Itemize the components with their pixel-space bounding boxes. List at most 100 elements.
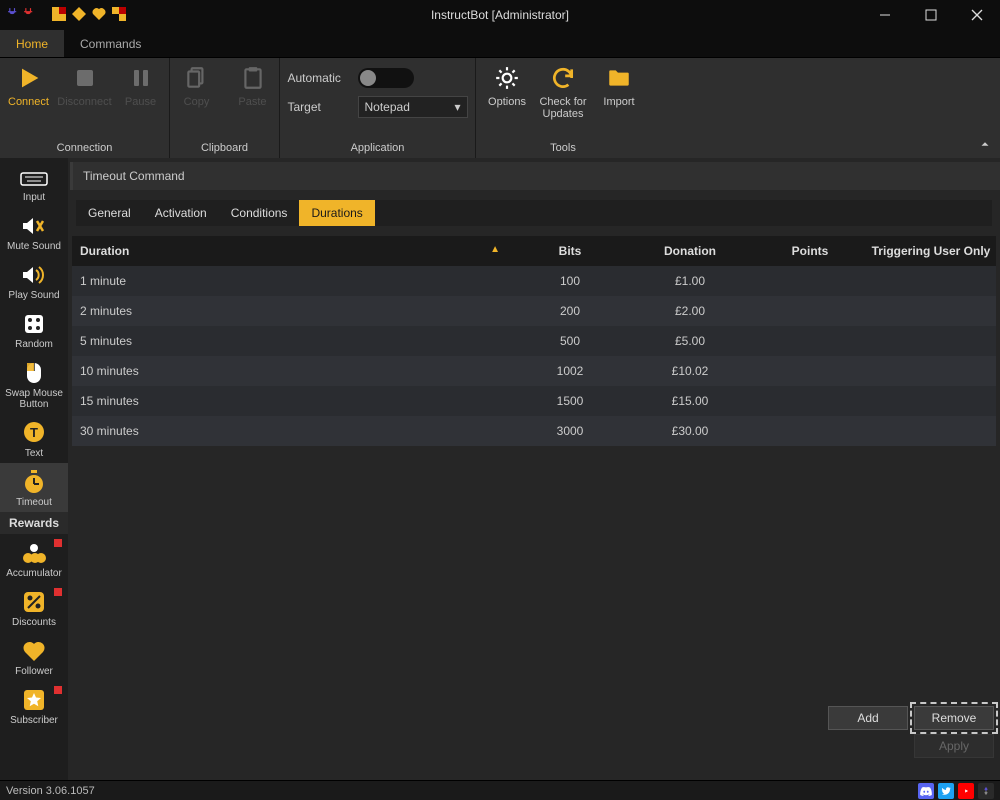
cell-donation: £1.00 xyxy=(630,274,750,288)
paste-icon xyxy=(239,64,267,92)
automatic-label: Automatic xyxy=(288,71,348,85)
sidebar: Input Mute Sound Play Sound Random Swap … xyxy=(0,158,68,780)
grid-header: Duration ▲ Bits Donation Points Triggeri… xyxy=(72,236,996,266)
discord-icon[interactable] xyxy=(918,783,934,799)
tab-conditions[interactable]: Conditions xyxy=(219,200,300,226)
gear-icon xyxy=(493,64,521,92)
col-header-points[interactable]: Points xyxy=(750,244,870,258)
connect-button[interactable]: Connect xyxy=(5,64,53,108)
tab-activation[interactable]: Activation xyxy=(143,200,219,226)
disconnect-button: Disconnect xyxy=(61,64,109,108)
cell-duration: 2 minutes xyxy=(72,304,510,318)
badge1-icon xyxy=(52,7,66,24)
cell-donation: £15.00 xyxy=(630,394,750,408)
cell-duration: 1 minute xyxy=(72,274,510,288)
sidebar-item-input[interactable]: Input xyxy=(0,158,68,207)
connection-plug-icon xyxy=(4,7,18,24)
youtube-icon[interactable] xyxy=(958,783,974,799)
col-header-bits[interactable]: Bits xyxy=(510,244,630,258)
remove-button[interactable]: Remove xyxy=(914,706,994,730)
sidebar-item-subscriber[interactable]: Subscriber xyxy=(0,681,68,730)
flag-icon xyxy=(54,539,62,547)
body: Input Mute Sound Play Sound Random Swap … xyxy=(0,158,1000,780)
ribbon-group-application-label: Application xyxy=(351,142,405,156)
cell-bits: 500 xyxy=(510,334,630,348)
target-select[interactable]: Notepad ▾ xyxy=(358,96,468,118)
maximize-button[interactable] xyxy=(908,0,954,30)
paste-button: Paste xyxy=(229,64,277,108)
col-header-triggering[interactable]: Triggering User Only xyxy=(870,244,996,258)
import-button[interactable]: Import xyxy=(595,64,643,108)
cell-donation: £2.00 xyxy=(630,304,750,318)
cell-donation: £30.00 xyxy=(630,424,750,438)
sidebar-item-random[interactable]: Random xyxy=(0,305,68,354)
table-row[interactable]: 30 minutes3000£30.00 xyxy=(72,416,996,446)
badge4-icon xyxy=(112,7,126,24)
sort-asc-icon: ▲ xyxy=(490,244,500,255)
menu-tab-home[interactable]: Home xyxy=(0,30,64,57)
tab-general[interactable]: General xyxy=(76,200,143,226)
star-icon xyxy=(19,687,49,713)
text-bubble-icon: T xyxy=(19,420,49,446)
col-header-donation[interactable]: Donation xyxy=(630,244,750,258)
cell-donation: £10.02 xyxy=(630,364,750,378)
sidebar-item-mute-sound[interactable]: Mute Sound xyxy=(0,207,68,256)
ribbon-group-clipboard-label: Clipboard xyxy=(201,142,248,156)
folder-icon xyxy=(605,64,633,92)
app-icon[interactable] xyxy=(978,783,994,799)
minimize-button[interactable] xyxy=(862,0,908,30)
menu-tab-commands[interactable]: Commands xyxy=(64,30,157,57)
ribbon-collapse-button[interactable] xyxy=(978,137,992,154)
table-row[interactable]: 5 minutes500£5.00 xyxy=(72,326,996,356)
status-bar: Version 3.06.1057 xyxy=(0,780,1000,800)
stop-icon xyxy=(71,64,99,92)
target-label: Target xyxy=(288,100,348,114)
cell-duration: 10 minutes xyxy=(72,364,510,378)
main-content: Timeout Command General Activation Condi… xyxy=(68,158,1000,780)
accumulator-icon xyxy=(19,540,49,566)
cell-bits: 1500 xyxy=(510,394,630,408)
stopwatch-icon xyxy=(19,469,49,495)
speaker-icon xyxy=(19,262,49,288)
check-updates-button[interactable]: Check for Updates xyxy=(539,64,587,120)
cell-donation: £5.00 xyxy=(630,334,750,348)
content-header: Timeout Command xyxy=(70,162,1000,190)
chevron-down-icon: ▾ xyxy=(454,100,460,114)
automatic-toggle[interactable] xyxy=(358,68,414,88)
play-icon xyxy=(15,64,43,92)
copy-icon xyxy=(183,64,211,92)
dice-icon xyxy=(19,311,49,337)
flag-icon xyxy=(54,588,62,596)
cell-bits: 3000 xyxy=(510,424,630,438)
sidebar-item-text[interactable]: T Text xyxy=(0,414,68,463)
mute-icon xyxy=(19,213,49,239)
close-button[interactable] xyxy=(954,0,1000,30)
keyboard-icon xyxy=(19,164,49,190)
refresh-icon xyxy=(549,64,577,92)
cell-duration: 5 minutes xyxy=(72,334,510,348)
ribbon: Connect Disconnect Pause Connection Copy… xyxy=(0,58,1000,158)
mouse-icon xyxy=(19,360,49,386)
sidebar-item-play-sound[interactable]: Play Sound xyxy=(0,256,68,305)
ribbon-group-connection-label: Connection xyxy=(57,142,113,156)
pause-button: Pause xyxy=(117,64,165,108)
table-row[interactable]: 10 minutes1002£10.02 xyxy=(72,356,996,386)
table-row[interactable]: 1 minute100£1.00 xyxy=(72,266,996,296)
table-row[interactable]: 2 minutes200£2.00 xyxy=(72,296,996,326)
tab-durations[interactable]: Durations xyxy=(299,200,374,226)
col-header-duration[interactable]: Duration ▲ xyxy=(72,244,510,258)
cell-bits: 100 xyxy=(510,274,630,288)
twitter-icon[interactable] xyxy=(938,783,954,799)
sidebar-item-accumulator[interactable]: Accumulator xyxy=(0,534,68,583)
add-button[interactable]: Add xyxy=(828,706,908,730)
svg-text:T: T xyxy=(30,425,38,440)
table-row[interactable]: 15 minutes1500£15.00 xyxy=(72,386,996,416)
sidebar-item-timeout[interactable]: Timeout xyxy=(0,463,68,512)
sidebar-item-swap-mouse[interactable]: Swap Mouse Button xyxy=(0,354,68,414)
flag-icon xyxy=(54,686,62,694)
sidebar-item-follower[interactable]: Follower xyxy=(0,632,68,681)
tab-strip: General Activation Conditions Durations xyxy=(76,200,992,226)
sidebar-item-discounts[interactable]: Discounts xyxy=(0,583,68,632)
sidebar-section-rewards: Rewards xyxy=(0,512,68,534)
options-button[interactable]: Options xyxy=(483,64,531,108)
